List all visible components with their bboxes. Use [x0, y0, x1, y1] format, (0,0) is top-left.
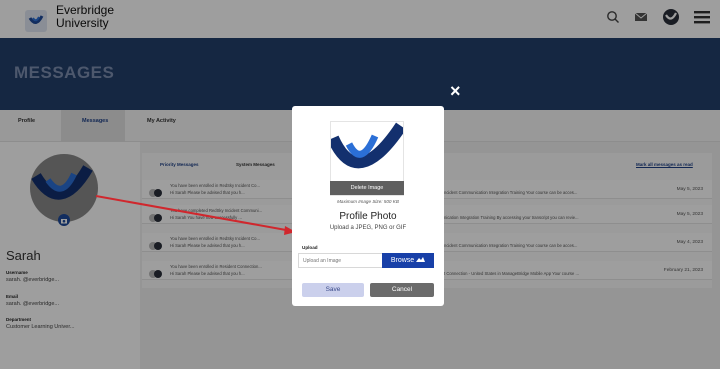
close-icon[interactable]: × [450, 82, 461, 100]
cancel-button[interactable]: Cancel [370, 283, 434, 297]
image-icon [416, 257, 426, 264]
browse-label: Browse [390, 257, 415, 264]
modal-subtitle: Upload a JPEG, PNG or GIF [329, 225, 407, 231]
modal-title: Profile Photo [339, 211, 397, 222]
max-size-note: Maximum Image Size: 500 KB [337, 199, 399, 204]
upload-label: Upload [302, 245, 318, 250]
upload-input[interactable] [298, 253, 382, 268]
browse-button[interactable]: Browse [382, 253, 434, 268]
save-button[interactable]: Save [302, 283, 364, 297]
delete-image-button[interactable]: Delete Image [330, 181, 404, 195]
